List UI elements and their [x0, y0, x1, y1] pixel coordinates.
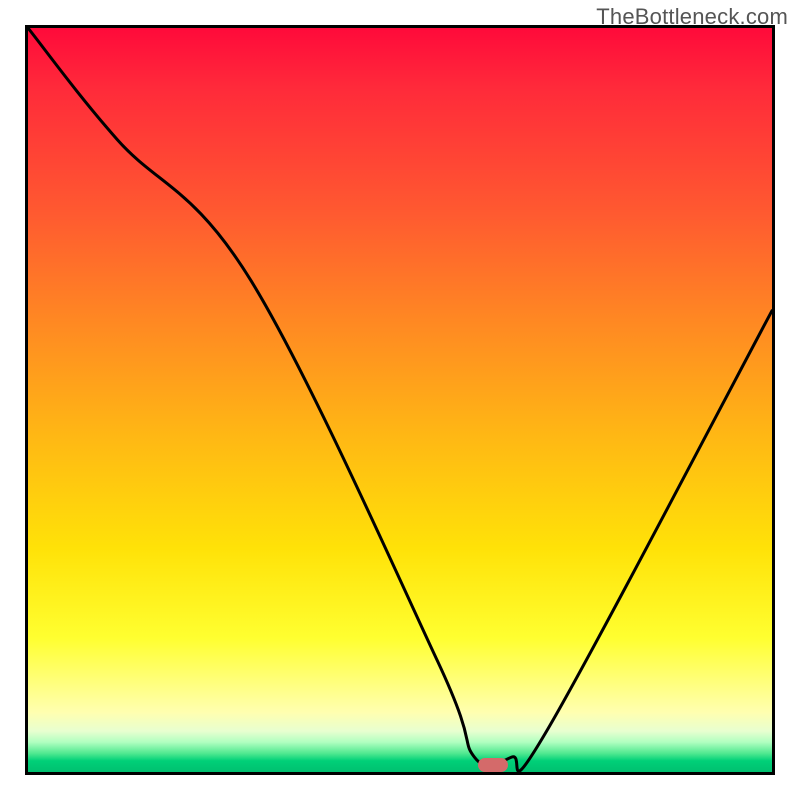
curve-svg	[28, 28, 772, 772]
bottleneck-curve	[28, 28, 772, 771]
chart-container: TheBottleneck.com	[0, 0, 800, 800]
min-marker	[478, 758, 508, 772]
plot-area	[25, 25, 775, 775]
